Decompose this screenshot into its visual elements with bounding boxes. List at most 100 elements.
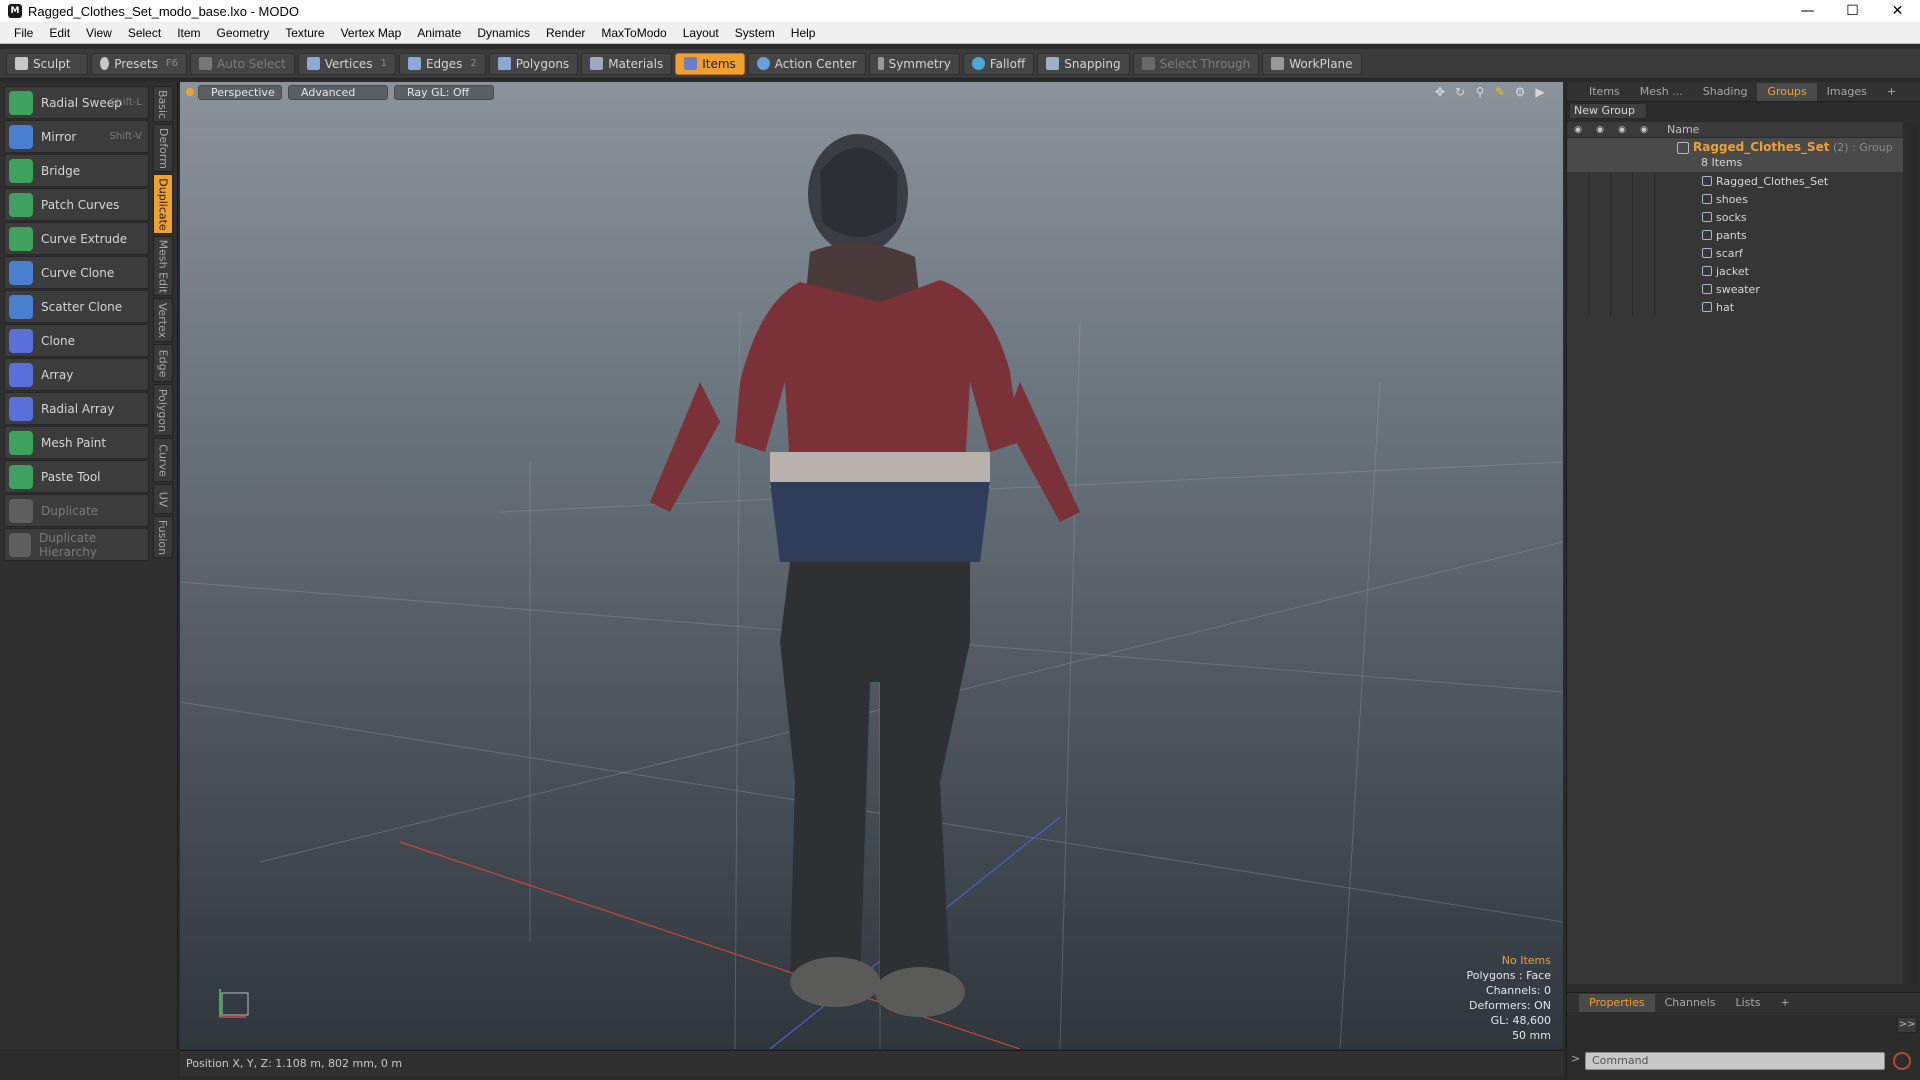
tab-mesh[interactable]: Mesh ... — [1630, 83, 1693, 101]
vtab-curve[interactable]: Curve — [153, 438, 173, 482]
action-center-button[interactable]: Action Center — [747, 52, 866, 75]
select-column-icon[interactable]: ◉ — [1633, 125, 1655, 135]
menu-vertex-map[interactable]: Vertex Map — [333, 26, 410, 40]
menu-help[interactable]: Help — [783, 26, 824, 40]
menu-view[interactable]: View — [78, 26, 120, 40]
group-item-pants[interactable]: pants — [1567, 226, 1903, 244]
viewport-expand-icon[interactable]: ▶ — [1533, 85, 1547, 99]
group-item-socks[interactable]: socks — [1567, 208, 1903, 226]
raygl-button[interactable]: Ray GL: Off — [394, 84, 494, 100]
tab-items[interactable]: Items — [1579, 83, 1630, 101]
menu-render[interactable]: Render — [538, 26, 593, 40]
select-through-button[interactable]: Select Through — [1132, 52, 1260, 75]
render-column-icon[interactable]: ◉ — [1589, 125, 1611, 135]
advanced-shading-button[interactable]: Advanced — [288, 84, 388, 100]
menu-animate[interactable]: Animate — [409, 26, 469, 40]
tool-duplicate[interactable]: Duplicate — [4, 494, 149, 527]
add-tab-button[interactable]: + — [1877, 83, 1906, 101]
tool-clone[interactable]: Clone — [4, 324, 149, 357]
close-icon[interactable]: ✕ — [1875, 0, 1920, 22]
minimize-icon[interactable]: — — [1785, 0, 1830, 22]
perspective-button[interactable]: Perspective — [198, 84, 282, 100]
visibility-column-icon[interactable]: ◉ — [1567, 125, 1589, 135]
falloff-button[interactable]: Falloff — [962, 52, 1035, 75]
rotate-icon[interactable]: ↻ — [1453, 85, 1467, 99]
vtab-vertex[interactable]: Vertex — [153, 298, 173, 342]
vtab-basic[interactable]: Basic — [153, 86, 173, 122]
polygons-button[interactable]: Polygons — [488, 52, 579, 75]
fit-icon[interactable]: ✎ — [1493, 85, 1507, 99]
viewport-menu-icon[interactable] — [186, 88, 194, 96]
zoom-icon[interactable]: ⚲ — [1473, 85, 1487, 99]
menu-geometry[interactable]: Geometry — [209, 26, 278, 40]
tool-mesh-paint[interactable]: Mesh Paint — [4, 426, 149, 459]
tab-lists[interactable]: Lists — [1726, 994, 1771, 1012]
menu-maxtomodo[interactable]: MaxToModo — [593, 26, 674, 40]
menu-dynamics[interactable]: Dynamics — [469, 26, 538, 40]
materials-button[interactable]: Materials — [581, 52, 673, 75]
tool-curve-clone[interactable]: Curve Clone — [4, 256, 149, 289]
vtab-polygon[interactable]: Polygon — [153, 384, 173, 436]
snapping-button[interactable]: Snapping — [1037, 52, 1130, 75]
tab-images[interactable]: Images — [1817, 83, 1877, 101]
vtab-duplicate[interactable]: Duplicate — [153, 174, 173, 234]
ragged-clothes-model[interactable] — [650, 134, 1080, 1017]
menu-edit[interactable]: Edit — [41, 26, 78, 40]
vtab-label: Duplicate — [156, 177, 170, 231]
menu-file[interactable]: File — [6, 26, 41, 40]
vtab-fusion[interactable]: Fusion — [153, 516, 173, 558]
auto-select-button[interactable]: Auto Select — [190, 52, 295, 75]
menu-select[interactable]: Select — [120, 26, 169, 40]
vtab-deform[interactable]: Deform — [153, 124, 173, 172]
new-group-button[interactable]: New Group — [1569, 103, 1647, 119]
tool-curve-extrude[interactable]: Curve Extrude — [4, 222, 149, 255]
group-item-sweater[interactable]: sweater — [1567, 280, 1903, 298]
viewport-info: No Items Polygons : Face Channels: 0 Def… — [1466, 953, 1551, 1043]
menu-system[interactable]: System — [727, 26, 783, 40]
tool-radial-array[interactable]: Radial Array — [4, 392, 149, 425]
tab-channels[interactable]: Channels — [1655, 994, 1726, 1012]
command-history-arrow[interactable]: > — [1571, 1052, 1580, 1065]
tool-scatter-clone[interactable]: Scatter Clone — [4, 290, 149, 323]
group-item-hat[interactable]: hat — [1567, 298, 1903, 316]
workplane-icon — [1271, 57, 1285, 70]
group-row-ragged-clothes-set[interactable]: Ragged_Clothes_Set (2) : Group 8 Items — [1567, 138, 1903, 172]
expand-button[interactable]: >> — [1897, 1017, 1917, 1033]
sculpt-button[interactable]: Sculpt — [6, 52, 88, 75]
pan-icon[interactable]: ✥ — [1433, 85, 1447, 99]
group-item-ragged_clothes_set[interactable]: Ragged_Clothes_Set — [1567, 172, 1903, 190]
tool-duplicate-hierarchy[interactable]: Duplicate Hierarchy — [4, 528, 149, 561]
tool-mirror[interactable]: Mirror Shift-V — [4, 120, 149, 153]
workplane-button[interactable]: WorkPlane — [1262, 52, 1362, 75]
tool-array[interactable]: Array — [4, 358, 149, 391]
tool-paste-tool[interactable]: Paste Tool — [4, 460, 149, 493]
vtab-mesh-edit[interactable]: Mesh Edit — [153, 236, 173, 296]
menu-layout[interactable]: Layout — [675, 26, 727, 40]
tab-properties[interactable]: Properties — [1579, 993, 1655, 1012]
maximize-icon[interactable]: ☐ — [1830, 0, 1875, 22]
symmetry-button[interactable]: Symmetry — [868, 52, 960, 75]
add-properties-tab-button[interactable]: + — [1770, 994, 1799, 1012]
menu-texture[interactable]: Texture — [277, 26, 332, 40]
3d-viewport[interactable]: Perspective Advanced Ray GL: Off ✥ ↻ ⚲ ✎… — [180, 82, 1563, 1049]
edges-button[interactable]: Edges 2 — [398, 52, 486, 75]
groups-scrollbar[interactable] — [1905, 122, 1917, 984]
group-item-jacket[interactable]: jacket — [1567, 262, 1903, 280]
presets-button[interactable]: Presets F6 — [91, 52, 187, 75]
vertices-button[interactable]: Vertices 1 — [297, 52, 396, 75]
command-run-icon[interactable] — [1893, 1052, 1911, 1070]
tool-bridge[interactable]: Bridge — [4, 154, 149, 187]
viewport-settings-icon[interactable]: ⚙ — [1513, 85, 1527, 99]
items-button[interactable]: Items — [675, 52, 745, 75]
group-item-scarf[interactable]: scarf — [1567, 244, 1903, 262]
lock-column-icon[interactable]: ◉ — [1611, 125, 1633, 135]
tab-shading[interactable]: Shading — [1693, 83, 1758, 101]
vtab-edge[interactable]: Edge — [153, 344, 173, 382]
command-input[interactable]: Command — [1585, 1052, 1885, 1070]
tool-radial-sweep[interactable]: Radial Sweep Shift-L — [4, 86, 149, 119]
tool-patch-curves[interactable]: Patch Curves — [4, 188, 149, 221]
vtab-uv[interactable]: UV — [153, 484, 173, 514]
tab-groups[interactable]: Groups — [1757, 82, 1817, 101]
group-item-shoes[interactable]: shoes — [1567, 190, 1903, 208]
menu-item[interactable]: Item — [169, 26, 208, 40]
